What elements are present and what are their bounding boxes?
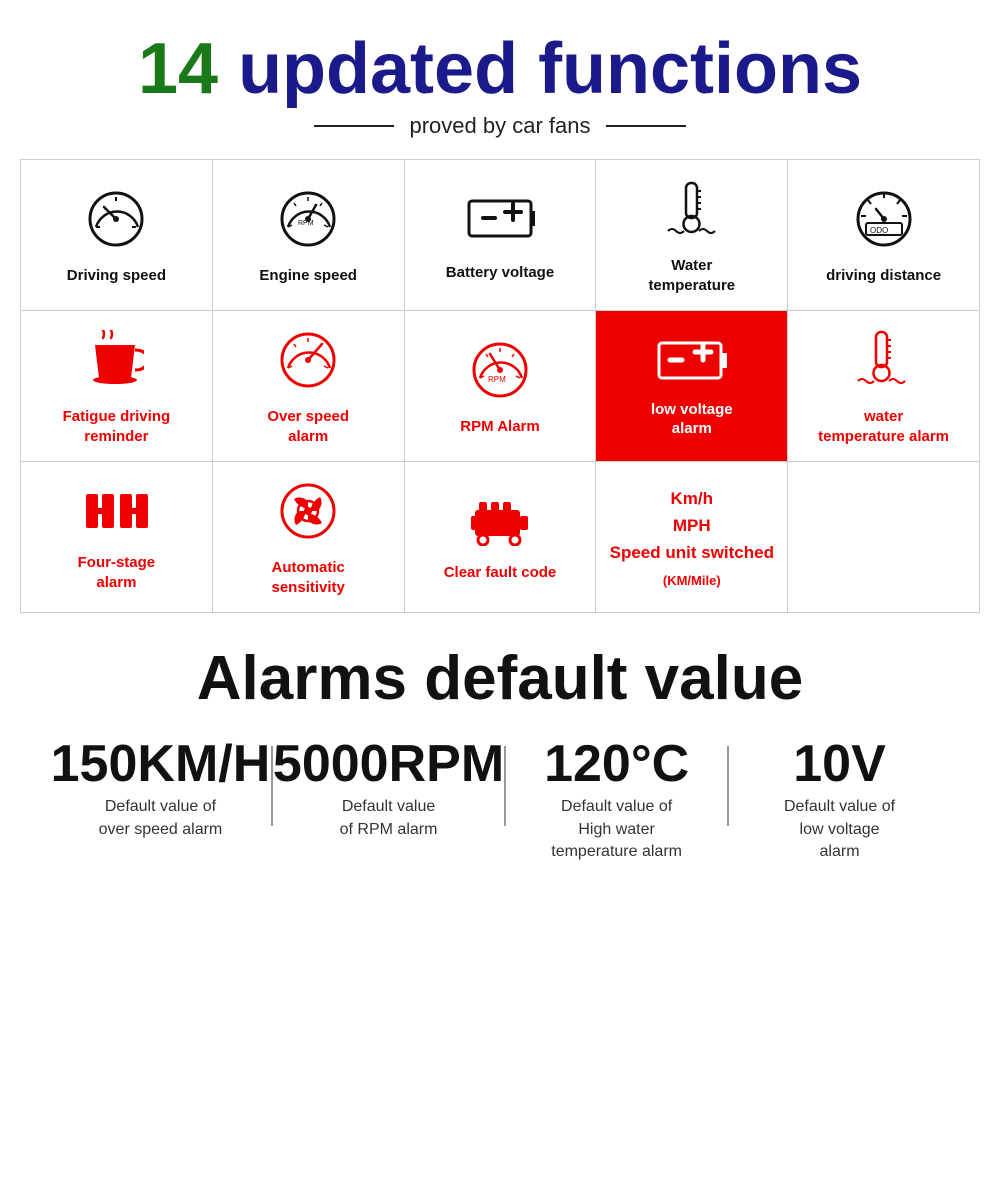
alarm-desc-speed: Default value ofover speed alarm (50, 796, 271, 841)
cell-empty (788, 462, 979, 612)
cell-driving-distance-label: driving distance (826, 266, 941, 286)
cell-over-speed-alarm-label: Over speedalarm (267, 407, 349, 446)
alarm-value-rpm: 5000RPM (273, 738, 504, 790)
cell-auto-sensitivity-label: Automaticsensitivity (272, 558, 345, 597)
alarm-desc-voltage: Default value oflow voltagealarm (729, 796, 950, 863)
alarm-item-voltage: 10V Default value oflow voltagealarm (729, 738, 950, 863)
thermometer-water-red-icon (856, 330, 911, 399)
engine-speedometer-icon: RPM (278, 189, 338, 258)
subtitle-line-left (314, 125, 394, 127)
cell-four-stage-alarm-label: Four-stagealarm (78, 553, 156, 592)
cell-low-voltage-alarm: low voltagealarm (596, 311, 788, 461)
cell-water-temperature: Watertemperature (596, 160, 788, 310)
title-fu: fu (538, 29, 606, 109)
title-number: 14 (138, 29, 218, 109)
cell-clear-fault-code: Clear fault code (405, 462, 597, 612)
cell-battery-voltage-label: Battery voltage (446, 263, 554, 283)
grid-row-2: Fatigue drivingreminder (21, 310, 979, 461)
cell-water-temp-alarm-label: watertemperature alarm (818, 407, 949, 446)
title-nctions: nctions (606, 29, 862, 109)
alarm-item-speed: 150KM/H Default value ofover speed alarm (50, 738, 271, 841)
alarm-value-voltage: 10V (729, 738, 950, 790)
speedometer-outline-icon (86, 189, 146, 258)
cell-driving-speed: Driving speed (21, 160, 213, 310)
speedometer-alarm-icon (278, 330, 338, 399)
title-updated: updated (238, 29, 518, 109)
grid-row-1: Driving speed (21, 160, 979, 310)
cell-four-stage-alarm: Four-stagealarm (21, 462, 213, 612)
cell-engine-speed-label: Engine speed (259, 266, 357, 286)
alarm-item-temp: 120°C Default value ofHigh watertemperat… (506, 738, 727, 863)
four-stage-icon (84, 486, 149, 545)
cell-speed-unit: Km/hMPHSpeed unit switched(KM/Mile) (596, 462, 788, 612)
alarm-item-rpm: 5000RPM Default valueof RPM alarm (273, 738, 504, 841)
alarms-title: Alarms default value (30, 643, 970, 714)
cell-driving-speed-label: Driving speed (67, 266, 166, 286)
header: 14 updated functions proved by car fans (20, 30, 980, 139)
cell-water-temperature-label: Watertemperature (648, 256, 735, 295)
alarm-value-speed: 150KM/H (50, 738, 271, 790)
fan-icon (278, 481, 338, 550)
coffee-cup-icon (89, 330, 144, 399)
subtitle: proved by car fans (20, 113, 980, 139)
odometer-icon: ODO (854, 189, 914, 258)
cell-rpm-alarm: RPM RPM Alarm (405, 311, 597, 461)
alarm-value-temp: 120°C (506, 738, 727, 790)
grid-row-3: Four-stagealarm Auto (21, 461, 979, 612)
cell-speed-unit-label: Km/hMPHSpeed unit switched(KM/Mile) (610, 485, 774, 594)
alarms-values: 150KM/H Default value ofover speed alarm… (30, 738, 970, 863)
svg-text:RPM: RPM (298, 220, 314, 227)
cell-clear-fault-code-label: Clear fault code (444, 563, 557, 583)
svg-text:RPM: RPM (488, 375, 506, 384)
header-title: 14 updated functions (20, 30, 980, 109)
cell-driving-distance: ODO driving distance (788, 160, 979, 310)
subtitle-text: proved by car fans (410, 113, 591, 139)
cell-fatigue-driving-label: Fatigue drivingreminder (63, 407, 171, 446)
cell-engine-speed: RPM Engine speed (213, 160, 405, 310)
rpm-dial-icon: RPM (470, 340, 530, 409)
page: 14 updated functions proved by car fans (0, 0, 1000, 893)
subtitle-line-right (606, 125, 686, 127)
svg-text:ODO: ODO (870, 226, 888, 235)
cell-battery-voltage: Battery voltage (405, 160, 597, 310)
alarm-desc-temp: Default value ofHigh watertemperature al… (506, 796, 727, 863)
alarms-section: Alarms default value 150KM/H Default val… (20, 643, 980, 863)
engine-red-icon (465, 496, 535, 555)
alarm-desc-rpm: Default valueof RPM alarm (273, 796, 504, 841)
functions-grid: Driving speed (20, 159, 980, 613)
battery-icon (465, 191, 535, 255)
cell-over-speed-alarm: Over speedalarm (213, 311, 405, 461)
thermometer-water-icon (664, 179, 719, 248)
battery-red-icon (657, 338, 727, 392)
cell-auto-sensitivity: Automaticsensitivity (213, 462, 405, 612)
cell-fatigue-driving: Fatigue drivingreminder (21, 311, 213, 461)
cell-low-voltage-alarm-label: low voltagealarm (651, 400, 733, 439)
cell-water-temp-alarm: watertemperature alarm (788, 311, 979, 461)
cell-rpm-alarm-label: RPM Alarm (460, 417, 539, 437)
